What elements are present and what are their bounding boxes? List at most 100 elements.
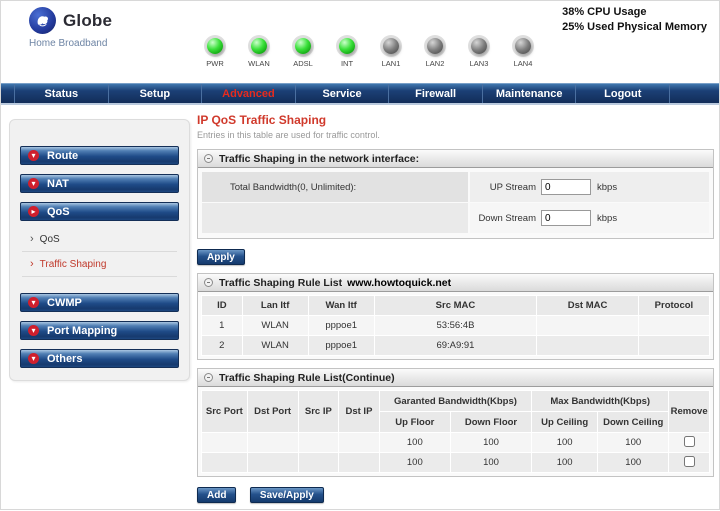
table-group-header-row: Src Port Dst Port Src IP Dst IP Garanted… [202, 391, 710, 412]
lan2-led-icon [427, 38, 443, 54]
sidebar-menu: Route NAT QoS › QoS › Traffic Shaping [9, 119, 190, 381]
chevron-right-icon: › [30, 234, 34, 244]
cell-dst-port [247, 433, 298, 453]
column-header-down-ceiling: Down Ceiling [598, 412, 669, 433]
nav-item-advanced[interactable]: Advanced [201, 84, 295, 103]
cell-protocol [638, 316, 709, 336]
chevron-down-icon [28, 297, 39, 308]
remove-checkbox[interactable] [684, 436, 695, 447]
led-unit: PWR [193, 38, 237, 68]
router-admin-page: Globe Home Broadband 38% CPU Usage 25% U… [0, 0, 720, 510]
lan1-led-icon [383, 38, 399, 54]
nav-item-firewall[interactable]: Firewall [388, 84, 482, 103]
column-header-up-ceiling: Up Ceiling [532, 412, 598, 433]
led-label: LAN3 [470, 59, 489, 68]
memory-usage-text: 25% Used Physical Memory [562, 20, 707, 35]
add-button[interactable]: Add [197, 487, 236, 503]
shaping-form: Total Bandwidth(0, Unlimited): UP Stream… [198, 168, 713, 238]
led-unit: LAN1 [369, 38, 413, 68]
brand-name: Globe [63, 11, 112, 31]
sidebar-item-port-mapping[interactable]: Port Mapping [20, 321, 179, 340]
system-stats: 38% CPU Usage 25% Used Physical Memory [562, 5, 707, 35]
led-label: WLAN [248, 59, 270, 68]
nav-item-setup[interactable]: Setup [108, 84, 202, 103]
up-stream-input[interactable] [541, 179, 591, 195]
cell-remove [669, 453, 710, 473]
rule-list-continue-panel: Traffic Shaping Rule List(Continue) Src … [197, 368, 714, 477]
column-header-dst-ip: Dst IP [339, 391, 380, 433]
column-header-down-floor: Down Floor [450, 412, 531, 433]
panel-header: Traffic Shaping in the network interface… [198, 150, 713, 168]
table-row: 100 100 100 100 [202, 433, 710, 453]
up-stream-cell: UP Stream kbps [470, 172, 709, 202]
int-led-icon [339, 38, 355, 54]
cell-id: 2 [202, 336, 243, 356]
cell-wan-itf: pppoe1 [308, 336, 374, 356]
cell-down-floor: 100 [450, 453, 531, 473]
submenu-item-qos[interactable]: › QoS [10, 230, 189, 248]
cell-dst-mac [537, 316, 639, 336]
cell-src-port [202, 453, 248, 473]
apply-button[interactable]: Apply [197, 249, 245, 265]
sidebar-item-cwmp[interactable]: CWMP [20, 293, 179, 312]
nav-item-logout[interactable]: Logout [575, 84, 669, 103]
divider [22, 251, 177, 252]
cell-wan-itf: pppoe1 [308, 316, 374, 336]
sidebar-item-route[interactable]: Route [20, 146, 179, 165]
sidebar-item-qos[interactable]: QoS [20, 202, 179, 221]
table-header-row: ID Lan Itf Wan Itf Src MAC Dst MAC Proto… [202, 296, 710, 316]
cell-remove [669, 433, 710, 453]
apply-button-row: Apply [197, 247, 714, 265]
wlan-led-icon [251, 38, 267, 54]
empty-label-cell [202, 203, 468, 233]
submenu-item-traffic-shaping[interactable]: › Traffic Shaping [10, 255, 189, 273]
total-bandwidth-label: Total Bandwidth(0, Unlimited): [202, 172, 468, 202]
panel-title: Traffic Shaping Rule List(Continue) [219, 372, 395, 384]
sidebar-item-others[interactable]: Others [20, 349, 179, 368]
column-header-up-floor: Up Floor [379, 412, 450, 433]
lan3-led-icon [471, 38, 487, 54]
cell-down-ceiling: 100 [598, 433, 669, 453]
cell-up-floor: 100 [379, 453, 450, 473]
table-row: 100 100 100 100 [202, 453, 710, 473]
up-stream-unit: kbps [597, 182, 617, 193]
cell-protocol [638, 336, 709, 356]
led-unit: LAN4 [501, 38, 545, 68]
panel-title: Traffic Shaping in the network interface… [219, 153, 419, 165]
cell-src-port [202, 433, 248, 453]
cell-down-ceiling: 100 [598, 453, 669, 473]
main-nav: Status Setup Advanced Service Firewall M… [1, 83, 719, 105]
chevron-right-icon [28, 206, 39, 217]
lan4-led-icon [515, 38, 531, 54]
nav-item-status[interactable]: Status [14, 84, 108, 103]
page-subtitle: Entries in this table are used for traff… [197, 130, 714, 140]
led-label: INT [341, 59, 353, 68]
column-header-remove: Remove [669, 391, 710, 433]
save-apply-button[interactable]: Save/Apply [250, 487, 324, 503]
collapse-icon[interactable] [204, 154, 213, 163]
nav-spacer [669, 84, 719, 103]
led-label: LAN1 [382, 59, 401, 68]
collapse-icon[interactable] [204, 373, 213, 382]
collapse-icon[interactable] [204, 278, 213, 287]
main-panel: IP QoS Traffic Shaping Entries in this t… [197, 113, 714, 511]
chevron-right-icon: › [30, 259, 34, 269]
cell-up-ceiling: 100 [532, 433, 598, 453]
nav-item-service[interactable]: Service [295, 84, 389, 103]
panel-header: Traffic Shaping Rule List(Continue) [198, 369, 713, 387]
watermark-text: www.howtoquick.net [347, 277, 451, 289]
remove-checkbox[interactable] [684, 456, 695, 467]
sidebar-item-nat[interactable]: NAT [20, 174, 179, 193]
down-stream-input[interactable] [541, 210, 591, 226]
table-row: 2 WLAN pppoe1 69:A9:91 [202, 336, 710, 356]
down-stream-row: Down Stream kbps [202, 203, 709, 233]
rule-list-panel: Traffic Shaping Rule List www.howtoquick… [197, 273, 714, 360]
sidebar-item-label: QoS [47, 206, 70, 218]
cell-dst-port [247, 453, 298, 473]
column-group-max-bandwidth: Max Bandwidth(Kbps) [532, 391, 669, 412]
nav-item-maintenance[interactable]: Maintenance [482, 84, 576, 103]
content-area: Route NAT QoS › QoS › Traffic Shaping [1, 105, 719, 509]
spacer [10, 283, 189, 293]
cell-down-floor: 100 [450, 433, 531, 453]
status-led-panel: PWR WLAN ADSL INT LAN1 LAN2 [193, 38, 545, 68]
